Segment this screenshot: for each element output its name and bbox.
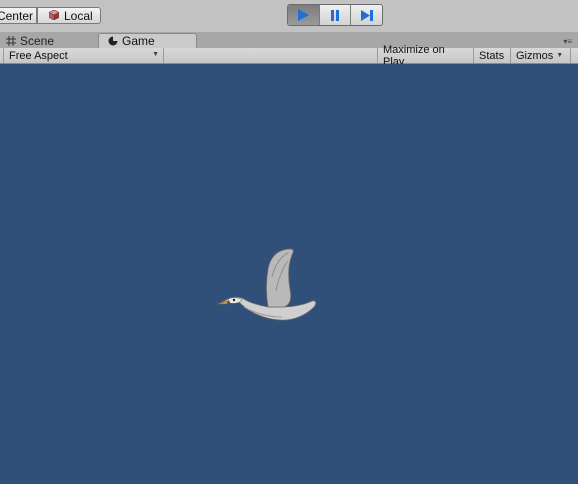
stats-label: Stats: [479, 49, 505, 62]
gizmos-dropdown[interactable]: Gizmos ▼: [511, 48, 571, 63]
dropdown-arrow-icon: ▼: [556, 52, 564, 59]
aspect-label: Free Aspect: [9, 49, 68, 62]
pivot-local-label: Local: [64, 8, 93, 23]
local-cube-icon: [49, 10, 59, 20]
pivot-local-button[interactable]: Local: [37, 7, 101, 24]
pause-button[interactable]: [319, 5, 352, 25]
dropdown-arrow-icon: ▼: [152, 51, 159, 58]
pivot-center-label: Center: [0, 8, 33, 23]
grid-icon: [6, 35, 16, 46]
tab-scene-label: Scene: [20, 33, 55, 48]
panel-menu-icon[interactable]: ▾≡: [563, 37, 572, 46]
view-tabbar: Scene Game: [0, 32, 578, 48]
playback-controls: [287, 4, 383, 26]
tab-game-label: Game: [122, 34, 155, 48]
flying-goose-sprite: [216, 248, 317, 321]
aspect-dropdown[interactable]: Free Aspect ▼: [3, 48, 164, 63]
game-viewport[interactable]: [0, 64, 578, 484]
step-icon: [360, 9, 373, 21]
gizmos-label: Gizmos: [516, 49, 554, 62]
tab-game[interactable]: Game: [98, 33, 197, 48]
step-button[interactable]: [351, 5, 382, 25]
game-view-control-bar: Free Aspect ▼ Maximize on Play Stats Giz…: [0, 44, 578, 68]
pivot-center-button[interactable]: Center: [0, 7, 37, 24]
pause-icon: [331, 9, 339, 21]
game-controller-icon: [108, 36, 118, 46]
stats-toggle[interactable]: Stats: [474, 48, 511, 63]
play-icon: [298, 9, 310, 21]
main-toolbar: Center Local: [0, 0, 578, 32]
tab-scene[interactable]: Scene: [0, 33, 98, 48]
play-button[interactable]: [288, 5, 320, 25]
maximize-on-play-toggle[interactable]: Maximize on Play: [377, 44, 474, 68]
